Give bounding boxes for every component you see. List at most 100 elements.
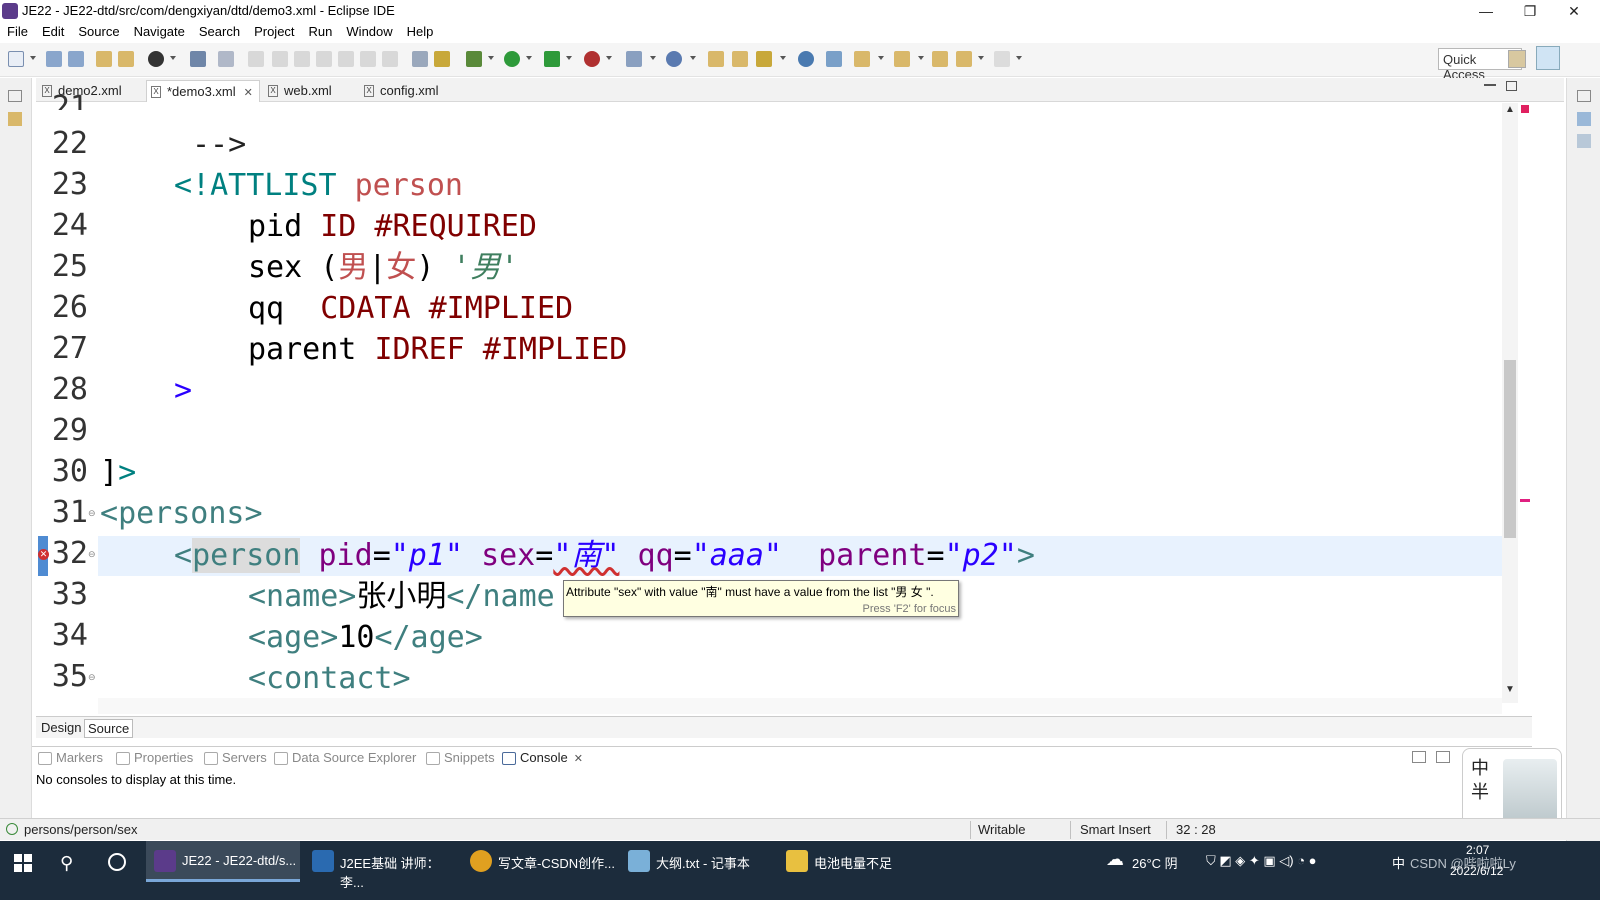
restore-view-icon[interactable] — [1577, 90, 1591, 102]
open-task-icon[interactable] — [732, 51, 748, 67]
menu-project[interactable]: Project — [247, 22, 301, 39]
coverage-icon[interactable] — [544, 51, 560, 67]
display-console-icon[interactable] — [1436, 751, 1450, 763]
new-server-icon[interactable] — [626, 51, 642, 67]
save-icon[interactable] — [46, 51, 62, 67]
tab-source[interactable]: Source — [84, 719, 134, 738]
open-folder-icon[interactable] — [708, 51, 724, 67]
clock-time[interactable]: 2:07 — [1466, 843, 1489, 857]
step-over-icon[interactable] — [360, 51, 376, 67]
tab-console[interactable]: Console ✕ — [502, 750, 583, 765]
maximize-editor-icon[interactable] — [1506, 81, 1517, 91]
coverage-dropdown-icon[interactable] — [566, 56, 572, 60]
toggle-mark-icon[interactable] — [826, 51, 842, 67]
project-explorer-icon[interactable] — [8, 112, 22, 126]
run-dropdown-icon[interactable] — [526, 56, 532, 60]
skip-breakpoints-icon[interactable] — [218, 51, 234, 67]
forward-dropdown-icon[interactable] — [1016, 56, 1022, 60]
fold-icon[interactable]: ⊖ — [88, 549, 96, 560]
external-tools-dropdown-icon[interactable] — [606, 56, 612, 60]
menu-source[interactable]: Source — [71, 22, 126, 39]
new-icon[interactable] — [8, 51, 24, 67]
open-console-icon[interactable] — [1412, 751, 1426, 763]
profile-icon[interactable] — [148, 51, 164, 67]
clock-date[interactable]: 2022/6/12 — [1450, 864, 1503, 878]
fold-icon[interactable]: ⊖ — [88, 672, 96, 683]
menu-navigate[interactable]: Navigate — [127, 22, 192, 39]
error-marker[interactable] — [1520, 499, 1530, 502]
tab-config-xml[interactable]: Xconfig.xml — [360, 80, 445, 102]
scroll-up-icon[interactable]: ▲ — [1505, 104, 1515, 115]
tray-icons[interactable]: ⛉ ◩ ◈ ✦ ▣ ◁) ◔ ● — [1206, 853, 1317, 869]
task-list-icon[interactable] — [1577, 134, 1591, 148]
web-browser-icon[interactable] — [798, 51, 814, 67]
menu-window[interactable]: Window — [339, 22, 399, 39]
restore-view-icon[interactable] — [8, 90, 22, 102]
search-icon[interactable]: ⚲ — [60, 853, 73, 874]
taskbar-item-battery[interactable]: 电池电量不足 — [778, 841, 932, 882]
outline-icon[interactable] — [1577, 112, 1591, 126]
tab-web-xml[interactable]: Xweb.xml — [264, 80, 338, 102]
tab-snippets[interactable]: Snippets — [426, 750, 495, 765]
fold-icon[interactable]: ⊖ — [88, 508, 96, 519]
minimize-button[interactable]: — — [1464, 0, 1508, 22]
step-return-icon[interactable] — [382, 51, 398, 67]
run-icon[interactable] — [504, 51, 520, 67]
search-icon[interactable] — [756, 51, 772, 67]
save-all-icon[interactable] — [68, 51, 84, 67]
tab-markers[interactable]: Markers — [38, 750, 103, 765]
invalid-value[interactable]: "南" — [553, 538, 619, 573]
taskbar-item-video[interactable]: J2EE基础 讲师：李... — [304, 841, 458, 890]
step-into-icon[interactable] — [338, 51, 354, 67]
tab-properties[interactable]: Properties — [116, 750, 193, 765]
tab-data-source-explorer[interactable]: Data Source Explorer — [274, 750, 416, 765]
close-button[interactable]: ✕ — [1552, 0, 1596, 22]
forward-icon[interactable] — [994, 51, 1010, 67]
build-icon[interactable] — [96, 51, 112, 67]
new-server-dropdown-icon[interactable] — [650, 56, 656, 60]
ime-indicator[interactable]: 中 — [1392, 853, 1405, 872]
close-tab-icon[interactable]: ✕ — [244, 87, 253, 99]
new-dropdown-icon[interactable] — [30, 56, 36, 60]
close-tab-icon[interactable]: ✕ — [574, 753, 583, 765]
weather-text[interactable]: 26°C 阴 — [1132, 853, 1178, 872]
restore-button[interactable]: ❐ — [1508, 0, 1552, 22]
tab-servers[interactable]: Servers — [204, 750, 267, 765]
error-tooltip[interactable]: Attribute "sex" with value "南" must have… — [563, 580, 959, 617]
profile-dropdown-icon[interactable] — [170, 56, 176, 60]
next-annotation-dropdown-icon[interactable] — [878, 56, 884, 60]
tab-demo3-xml[interactable]: X *demo3.xml ✕ — [146, 80, 260, 102]
taskbar-item-notepad[interactable]: 大纲.txt - 记事本 — [620, 841, 774, 882]
menu-edit[interactable]: Edit — [35, 22, 71, 39]
drop-frame-icon[interactable] — [412, 51, 428, 67]
search-dropdown-icon[interactable] — [780, 56, 786, 60]
error-overview-marker[interactable] — [1521, 105, 1529, 113]
disconnect-icon[interactable] — [316, 51, 332, 67]
new-class-dropdown-icon[interactable] — [690, 56, 696, 60]
scroll-down-icon[interactable]: ▼ — [1505, 684, 1515, 695]
taskbar-item-eclipse[interactable]: JE22 - JE22-dtd/s... — [146, 841, 300, 882]
debug-dropdown-icon[interactable] — [488, 56, 494, 60]
back-icon[interactable] — [956, 51, 972, 67]
terminal-icon[interactable] — [190, 51, 206, 67]
task-view-icon[interactable] — [108, 853, 126, 871]
minimize-editor-icon[interactable] — [1484, 84, 1496, 86]
external-tools-icon[interactable] — [584, 51, 600, 67]
back-dropdown-icon[interactable] — [978, 56, 984, 60]
new-class-icon[interactable] — [666, 51, 682, 67]
debug-icon[interactable] — [466, 51, 482, 67]
next-annotation-icon[interactable] — [854, 51, 870, 67]
terminate-icon[interactable] — [294, 51, 310, 67]
suspend-icon[interactable] — [272, 51, 288, 67]
horizontal-scrollbar[interactable] — [98, 698, 1502, 714]
java-ee-perspective-icon[interactable] — [1536, 46, 1560, 70]
taskbar-item-chrome[interactable]: 写文章-CSDN创作... — [462, 841, 616, 882]
open-perspective-icon[interactable] — [1508, 50, 1526, 68]
menu-help[interactable]: Help — [400, 22, 441, 39]
use-step-filters-icon[interactable] — [434, 51, 450, 67]
tab-design[interactable]: Design — [38, 719, 84, 736]
last-edit-icon[interactable] — [932, 51, 948, 67]
menu-search[interactable]: Search — [192, 22, 247, 39]
prev-annotation-dropdown-icon[interactable] — [918, 56, 924, 60]
menu-file[interactable]: File — [0, 22, 35, 39]
